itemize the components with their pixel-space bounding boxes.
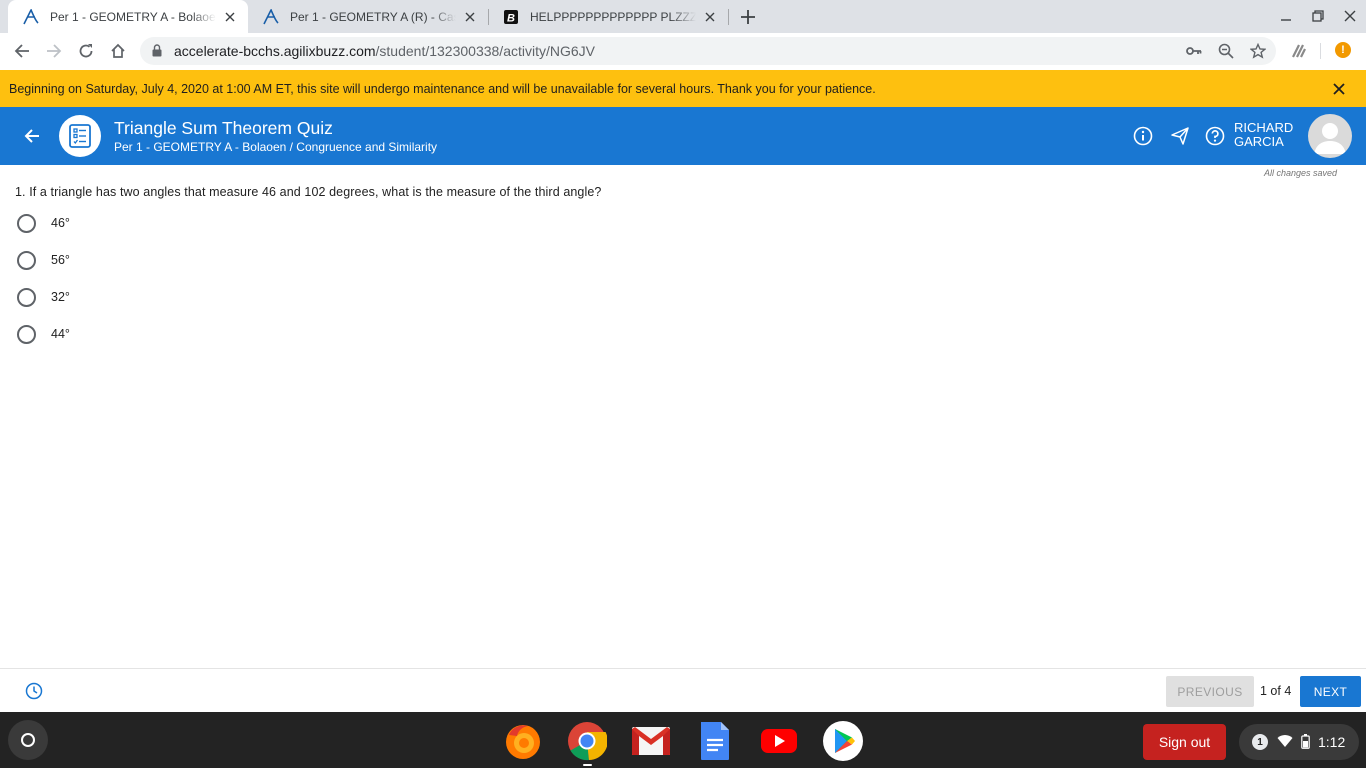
minimize-icon[interactable] <box>1276 6 1296 26</box>
breadcrumb[interactable]: Per 1 - GEOMETRY A - Bolaoen / Congruenc… <box>114 140 437 154</box>
answer-option[interactable]: 32° <box>17 286 70 308</box>
address-bar[interactable]: accelerate-bcchs.agilixbuzz.com/student/… <box>140 37 1276 65</box>
browser-tab-1[interactable]: Per 1 - GEOMETRY A - Bolaoen - A <box>8 0 248 33</box>
next-button[interactable]: NEXT <box>1300 676 1361 707</box>
back-icon[interactable] <box>10 39 34 63</box>
answer-option[interactable]: 44° <box>17 323 70 345</box>
close-icon[interactable] <box>1329 79 1349 99</box>
reload-icon[interactable] <box>74 39 98 63</box>
quiz-icon <box>59 115 101 157</box>
sign-out-button[interactable]: Sign out <box>1143 724 1226 760</box>
tab-separator <box>728 9 729 25</box>
app-header: Triangle Sum Theorem Quiz Per 1 - GEOMET… <box>0 107 1366 165</box>
battery-icon <box>1301 734 1310 754</box>
url-host: accelerate-bcchs.agilixbuzz.com <box>174 43 376 59</box>
close-tab-icon[interactable] <box>462 9 478 25</box>
tab-strip: Per 1 - GEOMETRY A - Bolaoen - A Per 1 -… <box>0 0 1366 33</box>
clock-icon[interactable] <box>24 681 44 701</box>
key-icon[interactable] <box>1184 41 1204 61</box>
save-status: All changes saved <box>1263 168 1337 178</box>
svg-text:B: B <box>507 12 515 24</box>
running-indicator <box>583 764 592 766</box>
clock-time: 1:12 <box>1318 734 1346 750</box>
os-shelf: Sign out 1 1:12 <box>0 712 1366 768</box>
close-tab-icon[interactable] <box>222 9 238 25</box>
option-label[interactable]: 32° <box>51 290 70 304</box>
forward-icon[interactable] <box>42 39 66 63</box>
tab-title: Per 1 - GEOMETRY A (R) - Castillo <box>290 9 456 24</box>
option-label[interactable]: 46° <box>51 216 70 230</box>
gmail-icon[interactable] <box>630 720 672 762</box>
answer-option[interactable]: 56° <box>17 249 70 271</box>
answer-option[interactable]: 46° <box>17 212 70 234</box>
browser-tab-3[interactable]: B HELPPPPPPPPPPPPP PLZZZZZ <box>488 0 728 33</box>
radio-button[interactable] <box>17 213 36 233</box>
info-icon[interactable] <box>1132 125 1154 147</box>
user-name[interactable]: RICHARD GARCIA <box>1234 121 1293 149</box>
google-docs-icon[interactable] <box>694 720 736 762</box>
help-icon[interactable] <box>1204 125 1226 147</box>
send-icon[interactable] <box>1169 125 1191 147</box>
page-title: Triangle Sum Theorem Quiz <box>114 118 333 138</box>
radio-button[interactable] <box>17 324 36 344</box>
bookmark-star-icon[interactable] <box>1248 41 1268 61</box>
avatar[interactable] <box>1308 114 1352 158</box>
notification-count[interactable]: 1 <box>1252 734 1268 750</box>
toolbar-divider <box>1320 43 1321 59</box>
tab-title: Per 1 - GEOMETRY A - Bolaoen - A <box>50 9 216 24</box>
radio-button[interactable] <box>17 287 36 307</box>
maintenance-banner: Beginning on Saturday, July 4, 2020 at 1… <box>0 70 1366 107</box>
youtube-icon[interactable] <box>758 720 800 762</box>
firefox-icon[interactable] <box>502 720 544 762</box>
browser-tab-2[interactable]: Per 1 - GEOMETRY A (R) - Castillo <box>248 0 488 33</box>
user-last-name: GARCIA <box>1234 134 1284 149</box>
banner-message: Beginning on Saturday, July 4, 2020 at 1… <box>9 82 876 96</box>
close-window-icon[interactable] <box>1340 6 1360 26</box>
launcher-icon[interactable] <box>8 720 48 760</box>
play-store-icon[interactable] <box>822 720 864 762</box>
user-first-name: RICHARD <box>1234 120 1294 135</box>
page-indicator: 1 of 4 <box>1260 684 1292 698</box>
home-icon[interactable] <box>106 39 130 63</box>
radio-button[interactable] <box>17 250 36 270</box>
question-text: 1. If a triangle has two angles that mea… <box>15 185 602 199</box>
option-label[interactable]: 44° <box>51 327 70 341</box>
extension-icon[interactable] <box>1288 40 1310 62</box>
agilix-a-icon <box>22 8 40 26</box>
status-tray[interactable]: 1 1:12 <box>1239 724 1359 760</box>
wifi-icon <box>1277 734 1293 753</box>
chrome-icon[interactable] <box>566 720 608 762</box>
url-path: /student/132300338/activity/NG6JV <box>375 43 595 59</box>
option-label[interactable]: 56° <box>51 253 70 267</box>
url-text: accelerate-bcchs.agilixbuzz.com/student/… <box>174 43 595 59</box>
close-tab-icon[interactable] <box>702 9 718 25</box>
tab-title: HELPPPPPPPPPPPPP PLZZZZZ <box>530 9 696 24</box>
previous-button[interactable]: PREVIOUS <box>1166 676 1254 707</box>
browser-toolbar: accelerate-bcchs.agilixbuzz.com/student/… <box>0 33 1366 70</box>
lock-icon[interactable] <box>152 44 162 62</box>
agilix-a-icon <box>262 8 280 26</box>
quiz-footer: PREVIOUS 1 of 4 NEXT <box>0 668 1366 712</box>
brainly-b-icon: B <box>502 8 520 26</box>
profile-alert-icon[interactable]: ! <box>1335 42 1351 58</box>
back-arrow-icon[interactable] <box>20 124 44 148</box>
restore-icon[interactable] <box>1308 6 1328 26</box>
new-tab-button[interactable] <box>736 5 760 29</box>
zoom-out-icon[interactable] <box>1216 41 1236 61</box>
